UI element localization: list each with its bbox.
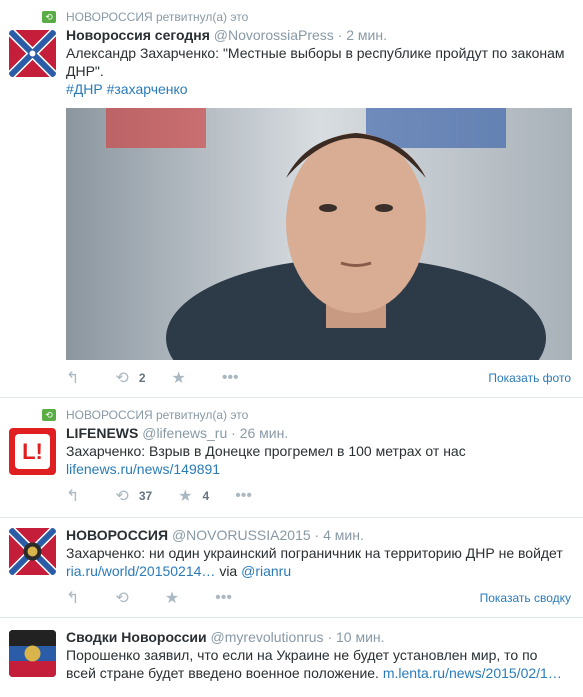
tweet-link[interactable]: lifenews.ru/news/149891: [66, 460, 571, 478]
retweet-count: 37: [138, 489, 153, 503]
more-button[interactable]: •••: [235, 487, 262, 505]
author-name[interactable]: Новороссия сегодня: [66, 27, 210, 43]
tweet-actions: ↰ ⟲ ★ ••• Показать сводку: [66, 580, 571, 616]
retweet-indicator-icon: ⟲: [42, 11, 56, 23]
retweet-count: 2: [138, 371, 146, 385]
favorite-count: 4: [202, 489, 210, 503]
tweet[interactable]: ⟲ НОВОРОССИЯ ретвитнул(а) это L! LIFENEW…: [0, 398, 583, 518]
retweeted-by-label: НОВОРОССИЯ ретвитнул(а) это: [66, 10, 249, 24]
author-name[interactable]: Сводки Новороссии: [66, 629, 207, 645]
author-handle[interactable]: @myrevolutionrus: [211, 629, 324, 645]
retweet-button[interactable]: ⟲ 2: [115, 368, 145, 388]
via-label: via: [219, 563, 238, 579]
tweet-actions: ↰ ⟲ 2 ★ ••• Показать фото: [66, 360, 571, 396]
tweet[interactable]: НОВОРОССИЯ @NOVORUSSIA2015 · 4 мин. Заха…: [0, 518, 583, 618]
tweet-text: Порошенко заявил, что если на Украине не…: [66, 646, 571, 682]
via-handle-link[interactable]: @rianru: [241, 563, 291, 579]
more-icon: •••: [215, 589, 232, 606]
more-button[interactable]: •••: [215, 589, 242, 607]
tweet-link[interactable]: ria.ru/world/20150214…: [66, 563, 215, 579]
retweet-button[interactable]: ⟲ 37: [115, 486, 152, 506]
reply-icon: ↰: [66, 488, 80, 505]
author-name[interactable]: НОВОРОССИЯ: [66, 527, 168, 543]
reply-button[interactable]: ↰: [66, 588, 89, 608]
avatar[interactable]: [9, 630, 56, 677]
more-button[interactable]: •••: [222, 369, 249, 387]
tweet-time[interactable]: · 4 мин.: [315, 527, 364, 543]
favorite-icon: ★: [178, 488, 193, 505]
author-name[interactable]: LIFENEWS: [66, 425, 138, 441]
avatar[interactable]: [9, 30, 56, 77]
more-icon: •••: [235, 487, 253, 504]
tweet-photo[interactable]: [66, 108, 572, 360]
retweeted-by-label: НОВОРОССИЯ ретвитнул(а) это: [66, 408, 249, 422]
author-handle[interactable]: @NOVORUSSIA2015: [172, 527, 311, 543]
retweet-context: ⟲ НОВОРОССИЯ ретвитнул(а) это: [42, 8, 571, 26]
tweet-body: Захарченко: ни один украинский пограничн…: [66, 545, 563, 561]
retweet-icon: ⟲: [115, 488, 129, 505]
avatar[interactable]: L!: [9, 428, 56, 475]
favorite-icon: ★: [164, 590, 180, 607]
tweet-time[interactable]: · 26 мин.: [231, 425, 288, 441]
tweet-text: Захарченко: Взрыв в Донецке прогремел в …: [66, 443, 466, 459]
show-summary-link[interactable]: Показать сводку: [480, 591, 571, 605]
favorite-button[interactable]: ★: [172, 368, 196, 388]
reply-button[interactable]: ↰: [66, 486, 89, 506]
tweet-actions: ↰ ⟲ 37 ★ 4 •••: [66, 478, 571, 514]
lifenews-logo: L!: [15, 434, 50, 469]
show-photo-link[interactable]: Показать фото: [488, 371, 571, 385]
reply-icon: ↰: [66, 370, 80, 387]
tweet-hashtags[interactable]: #ДНР #захарченко: [66, 80, 571, 98]
reply-button[interactable]: ↰: [66, 368, 89, 388]
tweet-link[interactable]: m.lenta.ru/news/2015/02/1…: [383, 665, 562, 681]
tweet[interactable]: ⟲ НОВОРОССИЯ ретвитнул(а) это Новороссия…: [0, 0, 583, 398]
retweet-context: ⟲ НОВОРОССИЯ ретвитнул(а) это: [42, 406, 571, 424]
more-icon: •••: [221, 369, 239, 386]
tweet-time[interactable]: · 2 мин.: [338, 27, 387, 43]
tweet-time[interactable]: · 10 мин.: [327, 629, 384, 645]
tweet-text: Захарченко: ни один украинский пограничн…: [66, 544, 571, 580]
retweet-icon: ⟲: [115, 590, 129, 607]
favorite-icon: ★: [171, 370, 186, 387]
retweet-indicator-icon: ⟲: [42, 409, 56, 421]
favorite-button[interactable]: ★ 4: [178, 486, 209, 506]
tweet[interactable]: Сводки Новороссии @myrevolutionrus · 10 …: [0, 618, 583, 697]
retweet-button[interactable]: ⟲: [115, 588, 138, 608]
reply-icon: ↰: [66, 590, 80, 607]
author-handle[interactable]: @lifenews_ru: [142, 425, 227, 441]
favorite-button[interactable]: ★: [165, 588, 189, 608]
retweet-icon: ⟲: [115, 370, 129, 387]
avatar[interactable]: [9, 528, 56, 575]
tweet-text: Александр Захарченко: "Местные выборы в …: [66, 45, 565, 79]
author-handle[interactable]: @NovorossiaPress: [214, 27, 334, 43]
